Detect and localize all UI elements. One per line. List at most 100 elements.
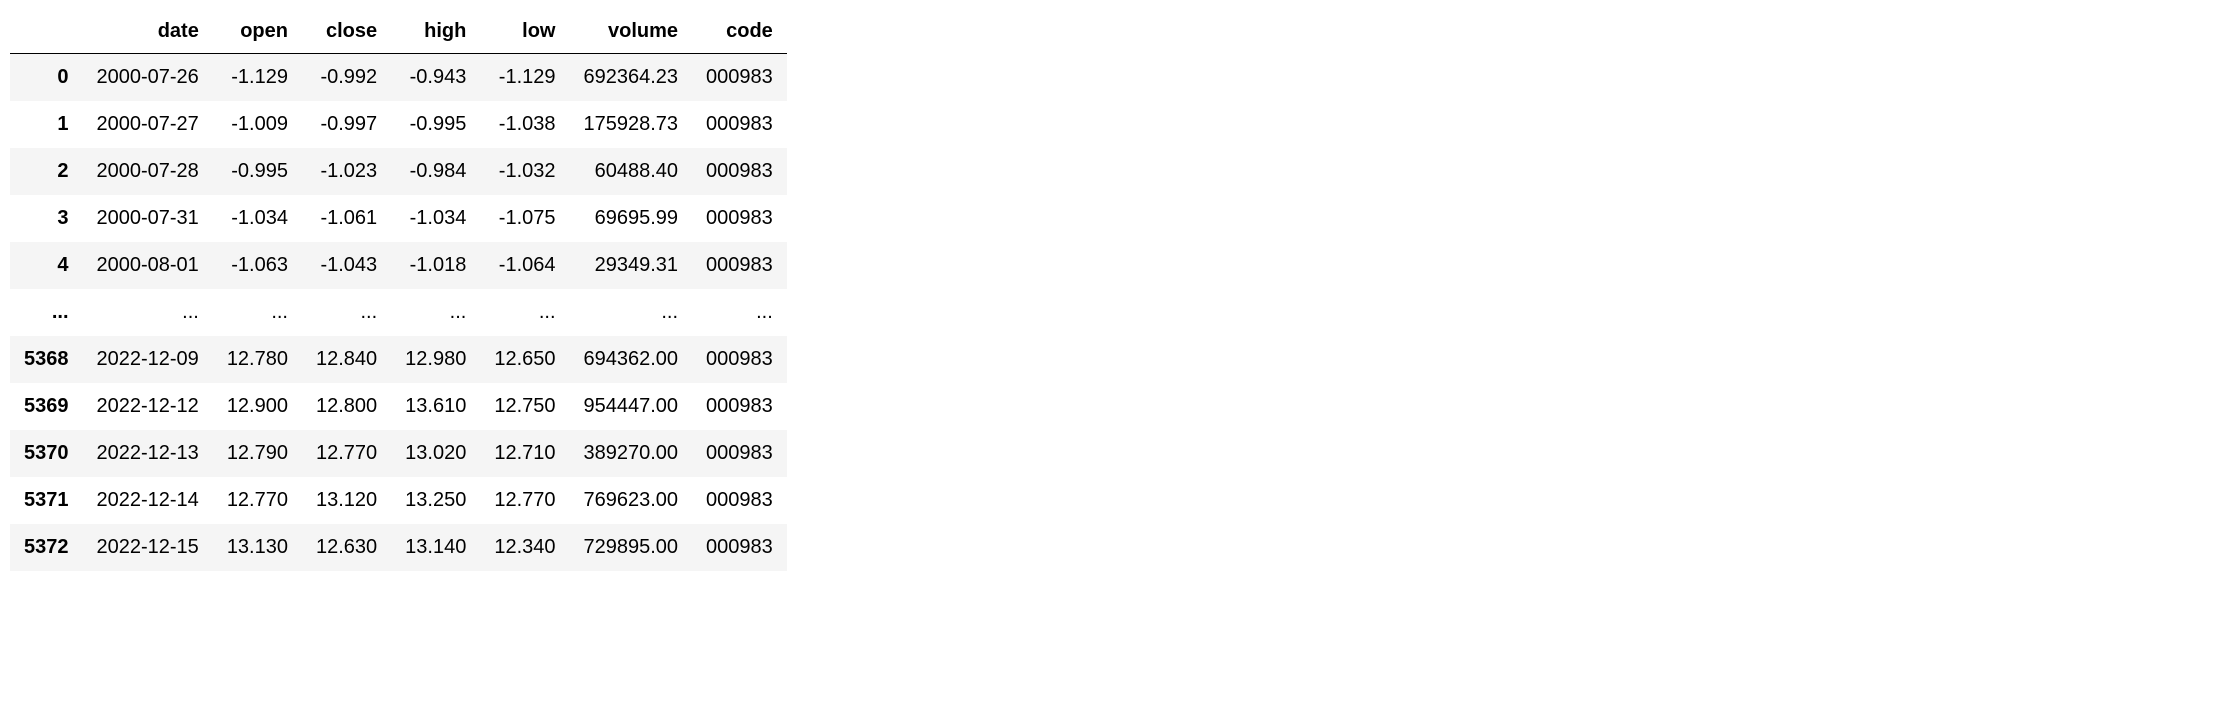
dataframe-table: date open close high low volume code 0 2…: [10, 10, 787, 571]
cell-high: -0.984: [391, 148, 480, 195]
cell-low: -1.129: [480, 54, 569, 102]
table-row: 4 2000-08-01 -1.063 -1.043 -1.018 -1.064…: [10, 242, 787, 289]
cell-code: 000983: [692, 383, 787, 430]
cell-date: 2000-07-27: [83, 101, 213, 148]
table-row: 0 2000-07-26 -1.129 -0.992 -0.943 -1.129…: [10, 54, 787, 102]
cell-date: 2000-07-28: [83, 148, 213, 195]
cell-high: 13.250: [391, 477, 480, 524]
cell-volume: 69695.99: [570, 195, 693, 242]
cell-open: ...: [213, 289, 302, 336]
cell-low: 12.750: [480, 383, 569, 430]
cell-close: ...: [302, 289, 391, 336]
table-row: 1 2000-07-27 -1.009 -0.997 -0.995 -1.038…: [10, 101, 787, 148]
cell-volume: 692364.23: [570, 54, 693, 102]
cell-open: 12.770: [213, 477, 302, 524]
row-index: 5368: [10, 336, 83, 383]
cell-volume: 29349.31: [570, 242, 693, 289]
cell-close: 12.770: [302, 430, 391, 477]
header-row: date open close high low volume code: [10, 10, 787, 54]
cell-open: -1.034: [213, 195, 302, 242]
cell-close: -0.992: [302, 54, 391, 102]
cell-low: 12.340: [480, 524, 569, 571]
cell-code: ...: [692, 289, 787, 336]
ellipsis-row: ... ... ... ... ... ... ... ...: [10, 289, 787, 336]
cell-volume: 175928.73: [570, 101, 693, 148]
cell-high: -1.034: [391, 195, 480, 242]
cell-low: -1.038: [480, 101, 569, 148]
row-index: 0: [10, 54, 83, 102]
cell-close: -1.061: [302, 195, 391, 242]
header-open: open: [213, 10, 302, 54]
cell-code: 000983: [692, 477, 787, 524]
cell-high: -0.943: [391, 54, 480, 102]
cell-low: 12.710: [480, 430, 569, 477]
cell-date: 2022-12-12: [83, 383, 213, 430]
header-index: [10, 10, 83, 54]
cell-close: -0.997: [302, 101, 391, 148]
cell-open: -1.009: [213, 101, 302, 148]
row-index: 5372: [10, 524, 83, 571]
cell-close: 13.120: [302, 477, 391, 524]
header-code: code: [692, 10, 787, 54]
cell-volume: 769623.00: [570, 477, 693, 524]
cell-high: 13.610: [391, 383, 480, 430]
cell-date: 2022-12-15: [83, 524, 213, 571]
table-row: 5368 2022-12-09 12.780 12.840 12.980 12.…: [10, 336, 787, 383]
cell-volume: 60488.40: [570, 148, 693, 195]
cell-low: -1.032: [480, 148, 569, 195]
cell-close: 12.840: [302, 336, 391, 383]
header-date: date: [83, 10, 213, 54]
cell-date: 2000-07-26: [83, 54, 213, 102]
cell-code: 000983: [692, 430, 787, 477]
header-close: close: [302, 10, 391, 54]
table-row: 5370 2022-12-13 12.790 12.770 13.020 12.…: [10, 430, 787, 477]
cell-date: 2022-12-14: [83, 477, 213, 524]
cell-code: 000983: [692, 101, 787, 148]
cell-date: ...: [83, 289, 213, 336]
table-row: 5369 2022-12-12 12.900 12.800 13.610 12.…: [10, 383, 787, 430]
cell-code: 000983: [692, 195, 787, 242]
cell-low: -1.064: [480, 242, 569, 289]
header-high: high: [391, 10, 480, 54]
cell-low: ...: [480, 289, 569, 336]
row-index: 5370: [10, 430, 83, 477]
cell-high: 13.020: [391, 430, 480, 477]
cell-close: 12.630: [302, 524, 391, 571]
header-low: low: [480, 10, 569, 54]
row-index: 5369: [10, 383, 83, 430]
cell-code: 000983: [692, 148, 787, 195]
cell-date: 2022-12-09: [83, 336, 213, 383]
cell-open: 12.780: [213, 336, 302, 383]
cell-open: 12.900: [213, 383, 302, 430]
cell-close: -1.043: [302, 242, 391, 289]
cell-high: 13.140: [391, 524, 480, 571]
cell-volume: 729895.00: [570, 524, 693, 571]
cell-open: 12.790: [213, 430, 302, 477]
cell-date: 2000-08-01: [83, 242, 213, 289]
cell-code: 000983: [692, 524, 787, 571]
cell-low: -1.075: [480, 195, 569, 242]
row-index: 2: [10, 148, 83, 195]
cell-volume: 694362.00: [570, 336, 693, 383]
cell-volume: 389270.00: [570, 430, 693, 477]
cell-code: 000983: [692, 336, 787, 383]
cell-open: 13.130: [213, 524, 302, 571]
cell-volume: ...: [570, 289, 693, 336]
cell-high: -1.018: [391, 242, 480, 289]
cell-low: 12.770: [480, 477, 569, 524]
cell-volume: 954447.00: [570, 383, 693, 430]
cell-close: 12.800: [302, 383, 391, 430]
table-row: 3 2000-07-31 -1.034 -1.061 -1.034 -1.075…: [10, 195, 787, 242]
row-index: 3: [10, 195, 83, 242]
cell-code: 000983: [692, 54, 787, 102]
cell-open: -1.063: [213, 242, 302, 289]
cell-high: ...: [391, 289, 480, 336]
cell-date: 2022-12-13: [83, 430, 213, 477]
cell-high: -0.995: [391, 101, 480, 148]
table-row: 5371 2022-12-14 12.770 13.120 13.250 12.…: [10, 477, 787, 524]
cell-open: -1.129: [213, 54, 302, 102]
table-row: 5372 2022-12-15 13.130 12.630 13.140 12.…: [10, 524, 787, 571]
header-volume: volume: [570, 10, 693, 54]
table-row: 2 2000-07-28 -0.995 -1.023 -0.984 -1.032…: [10, 148, 787, 195]
cell-high: 12.980: [391, 336, 480, 383]
